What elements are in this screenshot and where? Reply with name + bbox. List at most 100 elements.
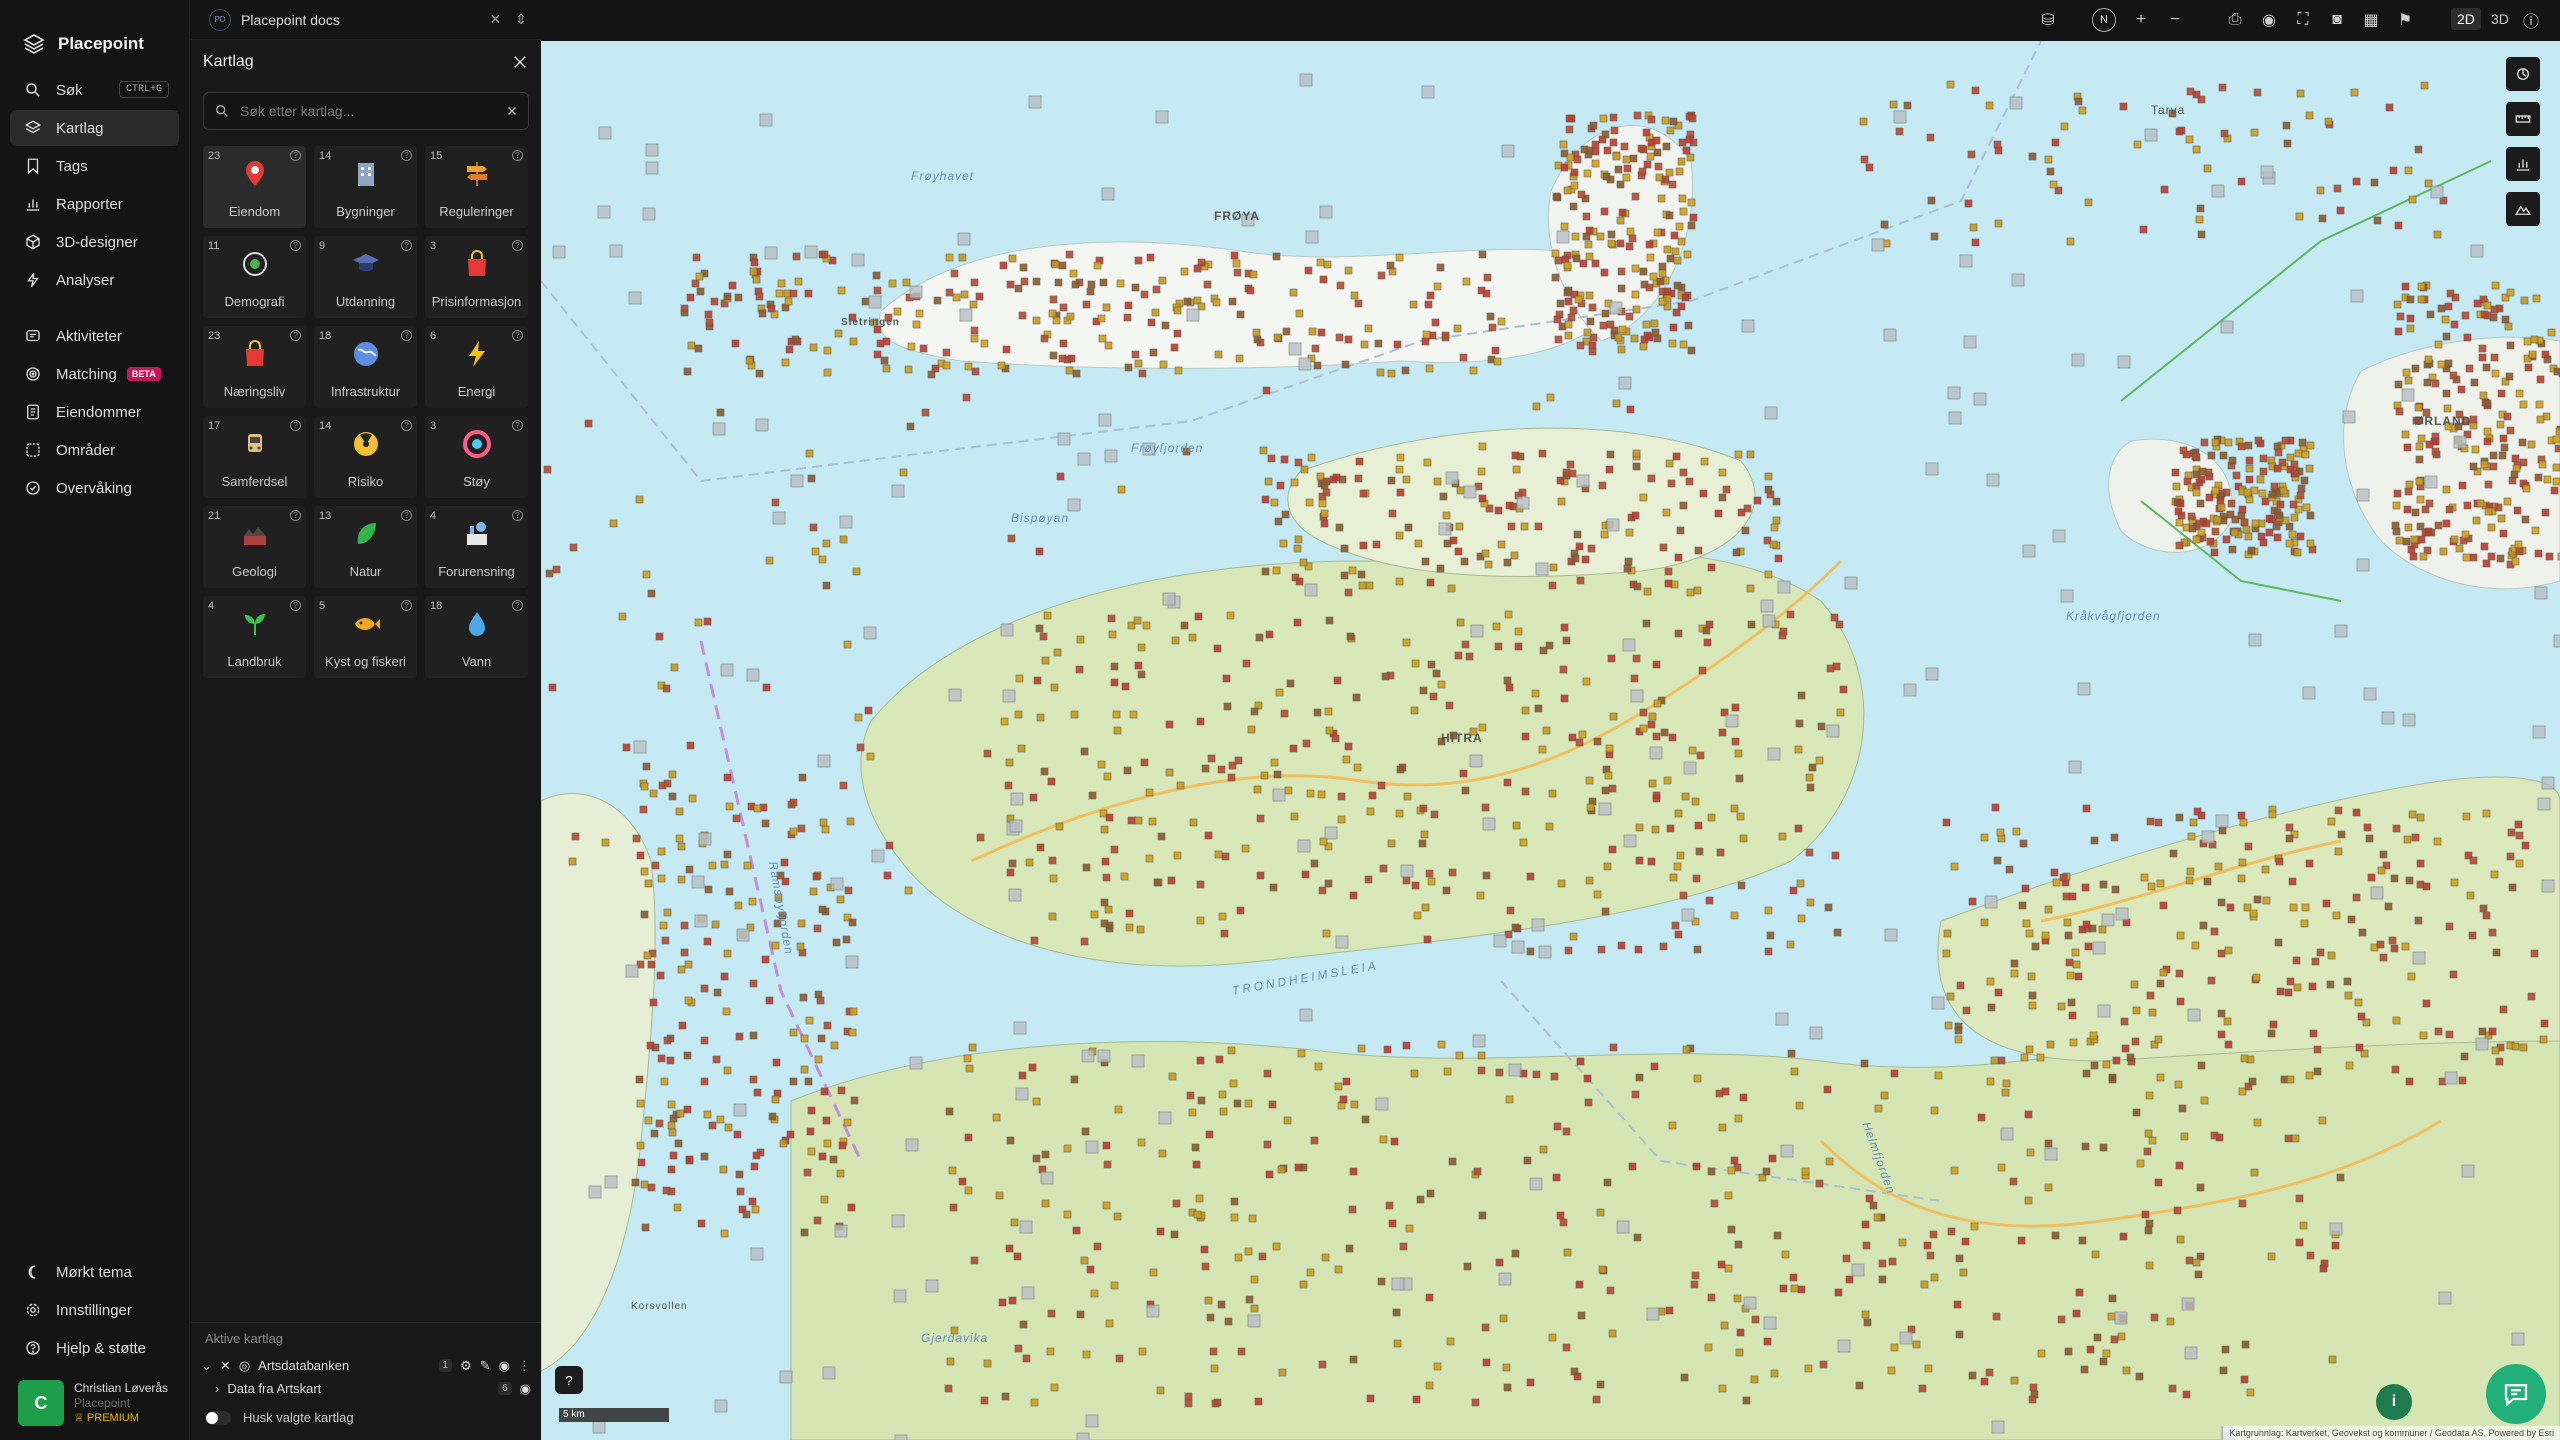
layer-category-geologi[interactable]: 21? Geologi bbox=[203, 506, 306, 588]
user-organization: Placepoint bbox=[74, 1395, 131, 1410]
nav-item-overvaking[interactable]: Overvåking bbox=[10, 470, 179, 506]
layer-category-prisinformasjon[interactable]: 3? Prisinformasjon bbox=[425, 236, 528, 318]
fullscreen-icon[interactable]: ⛶ bbox=[2293, 10, 2313, 30]
info-icon[interactable]: ? bbox=[512, 420, 523, 431]
remove-layer-icon[interactable]: ✕ bbox=[220, 1358, 231, 1374]
close-tab-icon[interactable]: ✕ bbox=[490, 11, 502, 28]
info-icon[interactable]: ? bbox=[401, 510, 412, 521]
map-info-button[interactable]: i bbox=[2376, 1384, 2412, 1420]
layer-category-bygninger[interactable]: 14? Bygninger bbox=[314, 146, 417, 228]
nav-item-matching[interactable]: Matching BETA bbox=[10, 356, 179, 392]
compass-button[interactable]: N bbox=[2092, 8, 2116, 32]
map-help-button[interactable]: ? bbox=[555, 1366, 583, 1394]
chat-support-button[interactable] bbox=[2486, 1364, 2546, 1424]
eye-icon[interactable]: ◉ bbox=[520, 1381, 531, 1397]
map-label: ØRLAND bbox=[2414, 414, 2472, 428]
remember-layers-toggle[interactable] bbox=[205, 1410, 231, 1425]
info-icon[interactable]: ? bbox=[290, 150, 301, 161]
chevron-updown-icon[interactable]: ⇕ bbox=[515, 11, 527, 28]
nav-item-label: Eiendommer bbox=[56, 403, 142, 421]
info-icon[interactable]: ? bbox=[512, 240, 523, 251]
eye-icon[interactable]: ◉ bbox=[2259, 10, 2279, 30]
bookmark-icon[interactable]: ⚑ bbox=[2395, 10, 2415, 30]
layer-category-demografi[interactable]: 11? Demografi bbox=[203, 236, 306, 318]
mode-2d-button[interactable]: 2D bbox=[2451, 8, 2481, 30]
layer-category-landbruk[interactable]: 4? Landbruk bbox=[203, 596, 306, 678]
active-layer-row[interactable]: ⌄ ✕ ◎ Artsdatabanken 1 ⚙ ✎ ◉ ⋮ bbox=[191, 1354, 541, 1377]
nav-item-eiendommer[interactable]: Eiendommer bbox=[10, 394, 179, 430]
nav-item-help[interactable]: Hjelp & støtte bbox=[10, 1330, 180, 1366]
nav-item-search[interactable]: Søk CTRL+G bbox=[10, 72, 179, 108]
layer-category-utdanning[interactable]: 9? Utdanning bbox=[314, 236, 417, 318]
info-icon[interactable]: ? bbox=[401, 420, 412, 431]
layer-category-næringsliv[interactable]: 23? Næringsliv bbox=[203, 326, 306, 408]
info-icon[interactable]: ? bbox=[401, 150, 412, 161]
layer-category-energi[interactable]: 6? Energi bbox=[425, 326, 528, 408]
elevation-icon bbox=[2515, 205, 2531, 215]
layer-category-støy[interactable]: 3? Støy bbox=[425, 416, 528, 498]
clear-search-icon[interactable] bbox=[506, 105, 518, 117]
eye-icon[interactable]: ◉ bbox=[499, 1358, 510, 1374]
signpost-icon bbox=[466, 162, 487, 186]
info-icon[interactable]: ? bbox=[512, 600, 523, 611]
document-tab[interactable]: PD Placepoint docs ✕ ⇕ bbox=[191, 0, 541, 40]
layer-category-kyst-og-fiskeri[interactable]: 5? Kyst og fiskeri bbox=[314, 596, 417, 678]
info-icon[interactable]: ? bbox=[290, 510, 301, 521]
chart-tool-button[interactable] bbox=[2506, 147, 2540, 181]
zoom-in-icon[interactable]: + bbox=[2131, 10, 2151, 30]
info-icon[interactable]: ? bbox=[290, 600, 301, 611]
layer-category-reguleringer[interactable]: 15? Reguleringer bbox=[425, 146, 528, 228]
layer-category-samferdsel[interactable]: 17? Samferdsel bbox=[203, 416, 306, 498]
info-icon[interactable]: ? bbox=[290, 240, 301, 251]
nav-item-rapporter[interactable]: Rapporter bbox=[10, 186, 179, 222]
layer-category-risiko[interactable]: 14? Risiko bbox=[314, 416, 417, 498]
layer-category-natur[interactable]: 13? Natur bbox=[314, 506, 417, 588]
nav-item-3d-designer[interactable]: 3D-designer bbox=[10, 224, 179, 260]
layer-category-vann[interactable]: 18? Vann bbox=[425, 596, 528, 678]
map-canvas[interactable]: Frøyhavet FRØYA Frøyfjorden Bispøyan Sle… bbox=[541, 41, 2560, 1440]
info-icon[interactable]: ? bbox=[512, 510, 523, 521]
ruler-tool-button[interactable] bbox=[2506, 102, 2540, 136]
nav-item-omrader[interactable]: Områder bbox=[10, 432, 179, 468]
info-icon[interactable]: ? bbox=[401, 330, 412, 341]
elevation-tool-button[interactable] bbox=[2506, 192, 2540, 226]
nav-item-settings[interactable]: Innstillinger bbox=[10, 1292, 180, 1328]
layer-search-field[interactable] bbox=[203, 92, 529, 130]
layer-category-forurensning[interactable]: 4? Forurensning bbox=[425, 506, 528, 588]
print-icon[interactable]: ⎙ bbox=[2225, 10, 2245, 30]
user-profile[interactable]: C Christian Løverås Placepoint ♕ PREMIUM bbox=[18, 1380, 180, 1426]
info-icon[interactable]: ? bbox=[512, 330, 523, 341]
layer-search-input[interactable] bbox=[240, 103, 496, 119]
chevron-down-icon[interactable]: ⌄ bbox=[201, 1358, 212, 1374]
zoom-out-icon[interactable]: − bbox=[2165, 10, 2185, 30]
layer-category-eiendom[interactable]: 23? Eiendom bbox=[203, 146, 306, 228]
nav-item-kartlag[interactable]: Kartlag bbox=[10, 110, 179, 146]
nav-item-analyser[interactable]: Analyser bbox=[10, 262, 179, 298]
layer-category-label: Næringsliv bbox=[223, 384, 286, 399]
info-icon[interactable]: ? bbox=[290, 420, 301, 431]
info-icon[interactable]: ? bbox=[401, 240, 412, 251]
grid-icon[interactable]: ▦ bbox=[2361, 10, 2381, 30]
info-icon[interactable]: ? bbox=[290, 330, 301, 341]
chevron-right-icon[interactable]: › bbox=[215, 1381, 219, 1396]
brand[interactable]: Placepoint bbox=[0, 0, 189, 66]
mode-3d-button[interactable]: 3D bbox=[2485, 8, 2515, 30]
edit-icon[interactable]: ✎ bbox=[480, 1358, 491, 1374]
camera-icon[interactable]: ◙ bbox=[2327, 10, 2347, 30]
active-sublayer-row[interactable]: › Data fra Artskart 6 ◉ bbox=[191, 1377, 541, 1400]
more-icon[interactable]: ⋮ bbox=[518, 1358, 531, 1374]
nav-item-aktiviteter[interactable]: Aktiviteter bbox=[10, 318, 179, 354]
layers-stack-icon[interactable]: ⛁ bbox=[2038, 10, 2058, 30]
settings-icon[interactable]: ⚙ bbox=[460, 1358, 472, 1374]
remember-layers-row[interactable]: Husk valgte kartlag bbox=[191, 1400, 541, 1435]
nav-item-label: Tags bbox=[56, 157, 88, 175]
info-icon[interactable]: ? bbox=[401, 600, 412, 611]
info-icon[interactable]: ? bbox=[512, 150, 523, 161]
close-icon[interactable] bbox=[511, 53, 529, 71]
user-name: Christian Løverås bbox=[74, 1380, 169, 1395]
nav-item-tags[interactable]: Tags bbox=[10, 148, 179, 184]
layer-category-infrastruktur[interactable]: 18? Infrastruktur bbox=[314, 326, 417, 408]
measure-tool-button[interactable] bbox=[2506, 57, 2540, 91]
info-icon[interactable]: ⓘ bbox=[2521, 10, 2541, 31]
nav-item-dark-theme[interactable]: Mørkt tema bbox=[10, 1254, 180, 1290]
